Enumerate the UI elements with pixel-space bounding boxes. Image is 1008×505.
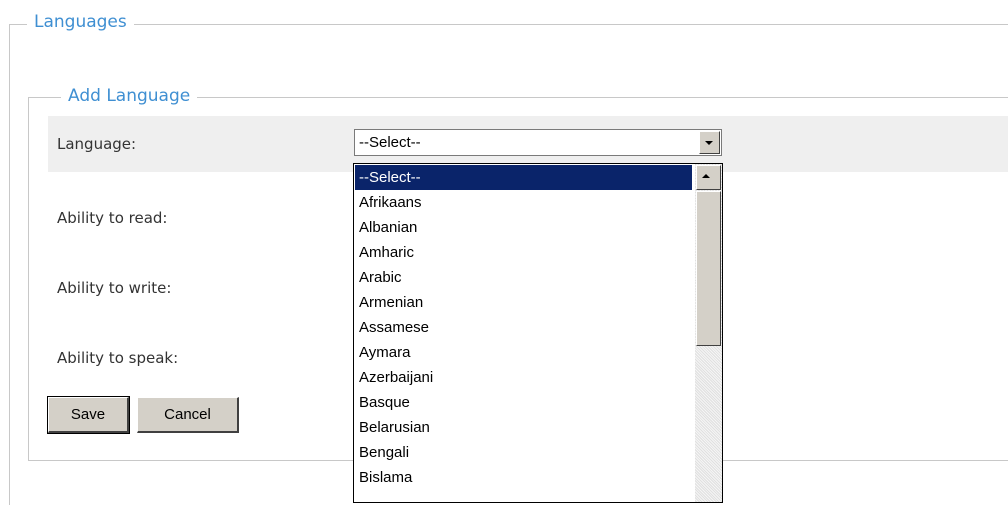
speak-label: Ability to speak: (57, 349, 179, 367)
language-select-value: --Select-- (359, 134, 421, 151)
chevron-up-icon (702, 174, 710, 178)
language-option[interactable]: Bislama (355, 465, 692, 490)
languages-heading: Languages (27, 12, 134, 32)
language-option[interactable]: Armenian (355, 290, 692, 315)
language-dropdown-list[interactable]: --Select-- Afrikaans Albanian Amharic Ar… (353, 163, 723, 503)
chevron-down-icon (705, 141, 713, 145)
language-option[interactable]: --Select-- (355, 165, 692, 190)
language-option[interactable]: Albanian (355, 215, 692, 240)
language-select[interactable]: --Select-- (354, 129, 722, 156)
dropdown-scrollbar[interactable] (695, 164, 722, 502)
language-option[interactable]: Assamese (355, 315, 692, 340)
language-option[interactable]: Aymara (355, 340, 692, 365)
cancel-button[interactable]: Cancel (137, 397, 239, 433)
language-option[interactable]: Azerbaijani (355, 365, 692, 390)
scrollbar-thumb[interactable] (696, 191, 721, 346)
write-label: Ability to write: (57, 279, 172, 297)
scroll-up-button[interactable] (696, 165, 721, 190)
language-option[interactable]: Amharic (355, 240, 692, 265)
dropdown-button[interactable] (699, 131, 720, 154)
add-language-legend: Add Language (61, 86, 198, 106)
read-label: Ability to read: (57, 209, 168, 227)
language-option[interactable]: Bengali (355, 440, 692, 465)
language-label: Language: (57, 135, 137, 153)
language-option[interactable]: Arabic (355, 265, 692, 290)
language-option[interactable]: Afrikaans (355, 190, 692, 215)
language-option[interactable]: Basque (355, 390, 692, 415)
save-button[interactable]: Save (47, 396, 130, 434)
language-option[interactable]: Belarusian (355, 415, 692, 440)
